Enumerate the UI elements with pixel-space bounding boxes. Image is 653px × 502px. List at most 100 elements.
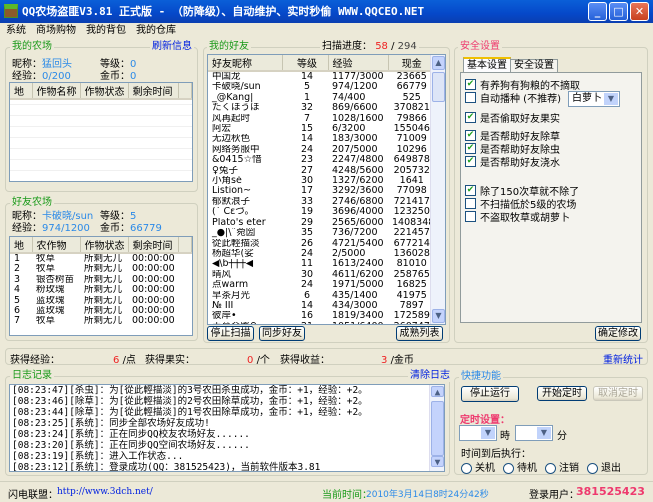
friend-row[interactable]: 无边秋色 14 183/3000 71009 bbox=[208, 134, 432, 144]
title-bar[interactable]: QQ农场盗匪V3.81 正式版 - （防降级）、自动维护、实时秒偷 WWW.QQ… bbox=[0, 0, 653, 23]
friend-row[interactable]: ♀兔子 27 4248/5600 205732 bbox=[208, 166, 432, 176]
maximize-button[interactable]: □ bbox=[609, 2, 628, 21]
option-checkbox[interactable]: 不扫描低於5级的农场 bbox=[465, 197, 576, 211]
clear-log-link[interactable]: 清除日志 bbox=[408, 370, 452, 382]
scroll-up-icon[interactable]: ▲ bbox=[432, 56, 445, 70]
radio-standby[interactable]: 待机 bbox=[503, 459, 537, 474]
friend-row[interactable]: Listion~ 17 3292/3600 77098 bbox=[208, 186, 432, 196]
seed-select[interactable]: 白萝卜 ▼ bbox=[568, 91, 620, 107]
my-farm-table[interactable]: 地作物名称 作物状态 剩余时间 bbox=[9, 82, 193, 182]
col-level[interactable]: 等级 bbox=[282, 55, 329, 72]
tab-basic[interactable]: 基本设置 bbox=[463, 57, 511, 72]
radio-icon bbox=[545, 462, 556, 474]
scroll-thumb[interactable] bbox=[432, 72, 445, 102]
col-nick[interactable]: 好友昵称 bbox=[208, 55, 283, 72]
friend-row[interactable]: 风再起时 7 1028/1600 79866 bbox=[208, 114, 432, 124]
radio-logoff[interactable]: 注销 bbox=[545, 459, 579, 474]
friend-row[interactable]: 郁默浪子 33 2746/6800 721417 bbox=[208, 197, 432, 207]
cell: 牧草 bbox=[36, 264, 56, 275]
friend-farm-table[interactable]: 地农作物 作物状态 剩余时间 1 牧草 所剩无几 00:00:00 2 牧草 所剩无几 00:00:… bbox=[9, 236, 193, 336]
friend-row[interactable]: 小角sè 30 1327/6200 1641 bbox=[208, 176, 432, 186]
menu-backpack[interactable]: 我的背包 bbox=[86, 23, 126, 38]
col-cash[interactable]: 现金 bbox=[388, 55, 432, 72]
tab-security[interactable]: 安全设置 bbox=[510, 59, 558, 72]
cancel-timer-button[interactable]: 取消定时 bbox=[593, 386, 643, 401]
menu-system[interactable]: 系统 bbox=[6, 23, 26, 38]
table-row[interactable]: 2 牧草 所剩无几 00:00:00 bbox=[10, 264, 192, 274]
friend-row[interactable]: 阿宏 15 6/3200 155046 bbox=[208, 124, 432, 134]
friend-row[interactable]: たくほうほ 32 869/6600 370821 bbox=[208, 103, 432, 113]
confirm-settings-button[interactable]: 确定修改 bbox=[595, 326, 641, 341]
recount-link[interactable]: 重新统计 bbox=[603, 351, 643, 366]
friend-row[interactable]: 中国龙 14 1177/3000 23665 bbox=[208, 71, 432, 82]
option-checkbox[interactable]: 自动播种 (不推荐) bbox=[465, 91, 561, 105]
friends-scrollbar[interactable]: ▲ ▼ bbox=[430, 55, 445, 324]
col-remaining[interactable]: 剩余时间 bbox=[128, 83, 179, 100]
mature-list-button[interactable]: 成熟列表 bbox=[396, 326, 443, 341]
option-checkbox[interactable]: ✔ 是否偷取好友果实 bbox=[465, 111, 560, 125]
option-checkbox[interactable]: ✔ 除了150次草就不除了 bbox=[465, 184, 579, 198]
cell: 33 bbox=[300, 196, 314, 207]
friend-row[interactable]: _@Kang| 1 74/400 525 bbox=[208, 93, 432, 103]
scroll-down-icon[interactable]: ▼ bbox=[432, 309, 445, 323]
table-row[interactable]: 7 牧草 所剩无几 00:00:00 bbox=[10, 316, 192, 326]
option-checkbox[interactable]: 不盗取牧草或胡萝卜 bbox=[465, 210, 570, 224]
friend-row[interactable]: Plato's eter 29 2565/6000 1408348 bbox=[208, 218, 432, 228]
hour-select[interactable]: ▼ bbox=[459, 425, 497, 441]
cell: 1971/5000 bbox=[332, 280, 384, 291]
friends-table[interactable]: 好友昵称 等级 经验 现金 中国龙 14 1177/3000 23665 卡破晓/sun 5 974… bbox=[207, 54, 446, 325]
minute-select[interactable]: ▼ bbox=[515, 425, 553, 441]
table-row[interactable]: 3 银杏树苗 所剩无几 00:00:00 bbox=[10, 275, 192, 285]
stop-running-button[interactable]: 停止运行 bbox=[461, 386, 519, 402]
friend-row[interactable]: № III 14 434/3000 7897 bbox=[208, 301, 432, 311]
friend-row[interactable]: 卡破晓/sun 5 974/1200 66779 bbox=[208, 82, 432, 92]
col-plot[interactable]: 地 bbox=[10, 83, 33, 100]
friend-row[interactable]: 土莫介路♀211051/6400260747 bbox=[208, 322, 432, 324]
close-button[interactable]: ✕ bbox=[630, 2, 649, 21]
table-row[interactable]: 1 牧草 所剩无几 00:00:00 bbox=[10, 253, 192, 264]
menu-shop[interactable]: 商场购物 bbox=[36, 23, 76, 38]
scroll-down-icon[interactable]: ▼ bbox=[431, 456, 444, 468]
friend-row[interactable]: 网络务服中 24 207/5000 10296 bbox=[208, 145, 432, 155]
option-checkbox[interactable]: ✔ 是否帮助好友除虫 bbox=[465, 142, 560, 156]
friend-row[interactable]: &0415☆惜 23 2247/4800 649878 bbox=[208, 155, 432, 165]
friend-row[interactable]: _●|\˜菀圀 35 736/7200 221457 bbox=[208, 228, 432, 238]
option-checkbox[interactable]: ✔ 是否帮助好友除草 bbox=[465, 129, 560, 143]
option-checkbox[interactable]: ✔ 有养狗有狗粮的不摘取 bbox=[465, 78, 580, 92]
scroll-thumb[interactable] bbox=[431, 401, 444, 456]
friend-row[interactable]: 杨超华(娑 24 2/5000 136028 bbox=[208, 249, 432, 259]
table-row[interactable]: 4 粉玫瑰 所剩无几 00:00:00 bbox=[10, 285, 192, 295]
alliance-link[interactable]: http://www.3dch.net/ bbox=[57, 487, 153, 497]
start-timer-button[interactable]: 开始定时 bbox=[537, 386, 587, 401]
col-remaining[interactable]: 剩余时间 bbox=[128, 237, 179, 254]
friend-row[interactable]: 彼岸• 16 1819/3400 172589 bbox=[208, 311, 432, 321]
col-status[interactable]: 作物状态 bbox=[80, 83, 129, 100]
friend-row[interactable]: (ˊ Cεづ。 19 3696/4000 123250 bbox=[208, 207, 432, 217]
friend-row[interactable]: 從此輕描淡 26 4721/5400 677214 bbox=[208, 239, 432, 249]
col-crop[interactable]: 农作物 bbox=[32, 237, 81, 254]
stop-scan-button[interactable]: 停止扫描 bbox=[207, 326, 254, 341]
menu-warehouse[interactable]: 我的仓库 bbox=[136, 23, 176, 38]
col-status[interactable]: 作物状态 bbox=[80, 237, 129, 254]
option-label: 是否偷取好友果实 bbox=[480, 113, 560, 125]
scroll-up-icon[interactable]: ▲ bbox=[431, 386, 444, 398]
cell: 4611/6200 bbox=[332, 269, 384, 280]
col-plot[interactable]: 地 bbox=[10, 237, 33, 254]
refresh-info-link[interactable]: 刷新信息 bbox=[150, 41, 194, 53]
friend-row[interactable]: 早茶月光 6 435/1400 41975 bbox=[208, 291, 432, 301]
minimize-button[interactable]: _ bbox=[588, 2, 607, 21]
table-row[interactable]: 5 蓝玫瑰 所剩无几 00:00:00 bbox=[10, 296, 192, 306]
log-scrollbar[interactable]: ▲ ▼ bbox=[429, 385, 444, 471]
table-row[interactable]: 6 蓝玫瑰 所剩无几 00:00:00 bbox=[10, 306, 192, 316]
friend-row[interactable]: 点warm 24 1971/5000 16825 bbox=[208, 280, 432, 290]
label: 经验： bbox=[12, 71, 42, 82]
radio-exit[interactable]: 退出 bbox=[587, 459, 621, 474]
option-checkbox[interactable]: ✔ 是否帮助好友浇水 bbox=[465, 155, 560, 169]
radio-shutdown[interactable]: 关机 bbox=[461, 459, 495, 474]
sync-friends-button[interactable]: 同步好友 bbox=[259, 326, 305, 341]
friend-row[interactable]: 晴风 30 4611/6200 258765 bbox=[208, 270, 432, 280]
log-list[interactable]: ▲ ▼ [08:23:47][杀虫]：为[從此輕描淡]的3号农田杀虫成功，金币：… bbox=[9, 384, 445, 472]
col-crop[interactable]: 作物名称 bbox=[32, 83, 81, 100]
col-exp[interactable]: 经验 bbox=[328, 55, 389, 72]
friend-row[interactable]: ◀\b┼┼┼◀ 11 1613/2400 81010 bbox=[208, 259, 432, 269]
